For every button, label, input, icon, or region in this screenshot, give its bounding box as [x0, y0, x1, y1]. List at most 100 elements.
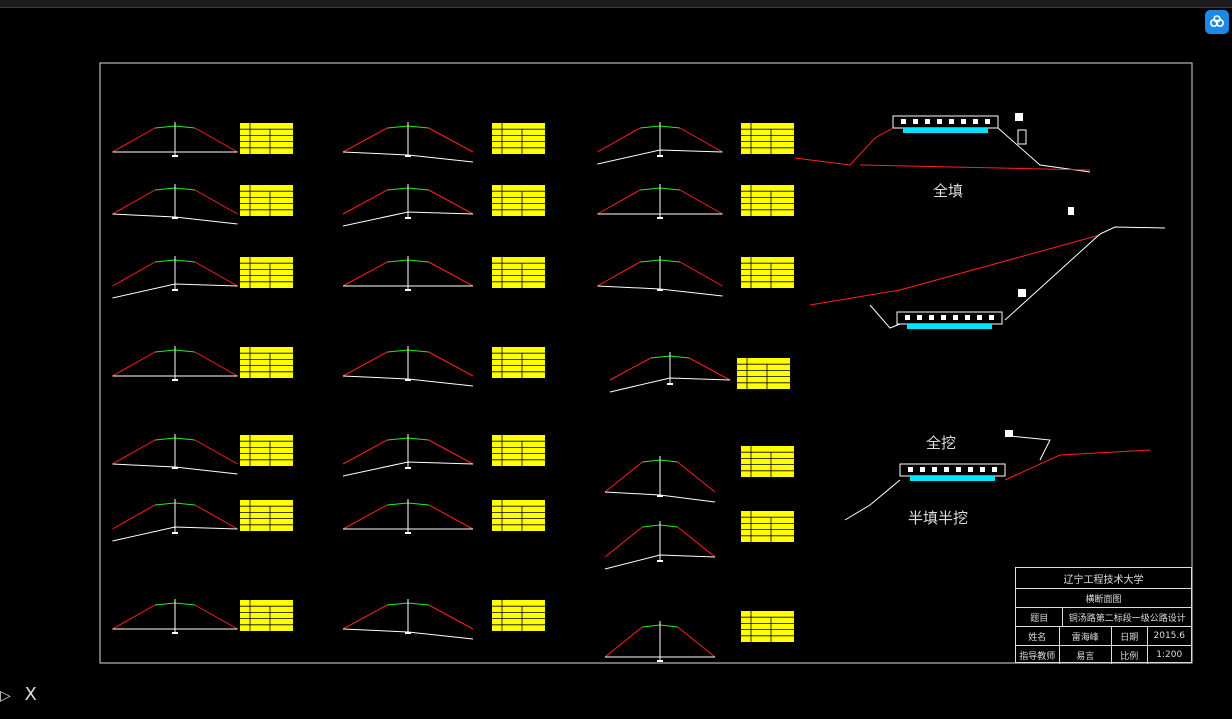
- cut-ground-line: [809, 234, 1101, 306]
- slope-right: [428, 604, 474, 630]
- table-bg: [741, 123, 794, 154]
- slope-left: [112, 261, 156, 287]
- slope-left: [342, 504, 388, 530]
- title-topic-label: 题目: [1016, 608, 1064, 626]
- slope-left: [112, 127, 156, 153]
- station-label: [172, 532, 178, 534]
- title-date-value: 2015.6: [1153, 631, 1186, 641]
- slope-right: [428, 261, 474, 287]
- data-table-14: [492, 435, 545, 466]
- data-table-13: [240, 435, 293, 466]
- slope-left: [609, 357, 652, 381]
- half-ground-right: [1004, 449, 1151, 481]
- station-label: [172, 289, 178, 291]
- slope-right: [194, 439, 238, 465]
- cross-section-15: [112, 499, 238, 542]
- table-bg: [492, 123, 545, 154]
- data-table-11: [492, 347, 545, 378]
- slope-left: [597, 189, 641, 215]
- cross-section-5: [597, 184, 723, 219]
- table-bg: [492, 257, 545, 288]
- cross-section-1: [342, 122, 474, 163]
- station-label: [405, 632, 411, 634]
- slope-left: [342, 127, 388, 153]
- slope-right: [679, 261, 723, 287]
- slope-right: [428, 189, 474, 215]
- table-bg: [240, 435, 293, 466]
- data-table-5: [492, 185, 545, 216]
- table-bg: [492, 500, 545, 531]
- cross-section-4: [342, 184, 474, 227]
- slope-left: [342, 351, 388, 377]
- title-name-label: 姓名: [1016, 627, 1060, 645]
- table-bg: [492, 347, 545, 378]
- slope-left: [342, 261, 388, 287]
- title-drawing-name: 横断面图: [1085, 594, 1122, 605]
- data-table-7: [240, 257, 293, 288]
- title-date-label: 日期: [1112, 627, 1148, 645]
- station-label: [657, 217, 663, 219]
- table-bg: [240, 600, 293, 631]
- data-table-16: [240, 500, 293, 531]
- data-table-20: [492, 600, 545, 631]
- data-table-2: [492, 123, 545, 154]
- slope-right: [194, 504, 238, 530]
- table-bg: [240, 347, 293, 378]
- label-half-fill-half-cut: 半填半挖: [908, 509, 969, 527]
- slope-right: [194, 127, 238, 153]
- slope-right: [194, 604, 238, 630]
- cut-slope-right: [1004, 233, 1101, 321]
- data-table-3: [741, 123, 794, 154]
- table-bg: [741, 185, 794, 216]
- slope-left: [112, 189, 156, 215]
- data-table-19: [240, 600, 293, 631]
- data-table-21: [741, 611, 794, 642]
- cross-sections-group: [112, 122, 794, 662]
- table-bg: [492, 185, 545, 216]
- typical-half-fill-half-cut: [844, 430, 1151, 521]
- cross-section-20: [604, 621, 716, 662]
- slope-right: [688, 357, 731, 381]
- ditch-fill: [910, 476, 995, 481]
- label-full-cut: 全挖: [926, 434, 957, 452]
- station-label: [657, 560, 663, 562]
- ucs-x-label: X: [24, 684, 37, 705]
- title-name-value: 雷海峰: [1060, 627, 1112, 645]
- cross-section-8: [597, 256, 723, 297]
- ditch-fill: [907, 324, 992, 329]
- slope-left: [342, 604, 388, 630]
- fill-slope-right: [997, 127, 1091, 173]
- station-label: [405, 217, 411, 219]
- slope-right: [677, 461, 716, 493]
- data-table-4: [240, 185, 293, 216]
- fill-ground-left: [794, 127, 894, 166]
- slope-right: [679, 189, 723, 215]
- cross-section-14: [604, 456, 716, 503]
- cut-slope-left: [869, 304, 901, 329]
- road-box: [892, 115, 999, 129]
- data-table-1: [240, 123, 293, 154]
- station-label: [172, 379, 178, 381]
- slope-left: [112, 439, 156, 465]
- data-table-17: [492, 500, 545, 531]
- station-label: [172, 217, 178, 219]
- slope-left: [604, 461, 643, 493]
- station-label: [405, 379, 411, 381]
- title-scale-value: 1:200: [1156, 650, 1183, 660]
- cross-section-17: [604, 521, 716, 570]
- station-label: [405, 532, 411, 534]
- cross-section-16: [342, 499, 474, 534]
- cross-section-9: [112, 346, 238, 381]
- cross-section-19: [342, 599, 474, 640]
- title-advisor-value: 易言: [1060, 646, 1112, 664]
- slope-right: [677, 526, 716, 558]
- title-topic-value: 铜汤路第二标段一级公路设计: [1068, 613, 1186, 624]
- title-scale-label: 比例: [1112, 646, 1148, 664]
- slope-right: [428, 351, 474, 377]
- station-label: [405, 467, 411, 469]
- cross-section-6: [112, 256, 238, 299]
- cloud-sync-icon[interactable]: [1205, 10, 1229, 34]
- table-bg: [741, 611, 794, 642]
- data-table-10: [240, 347, 293, 378]
- typical-full-cut: [809, 207, 1166, 329]
